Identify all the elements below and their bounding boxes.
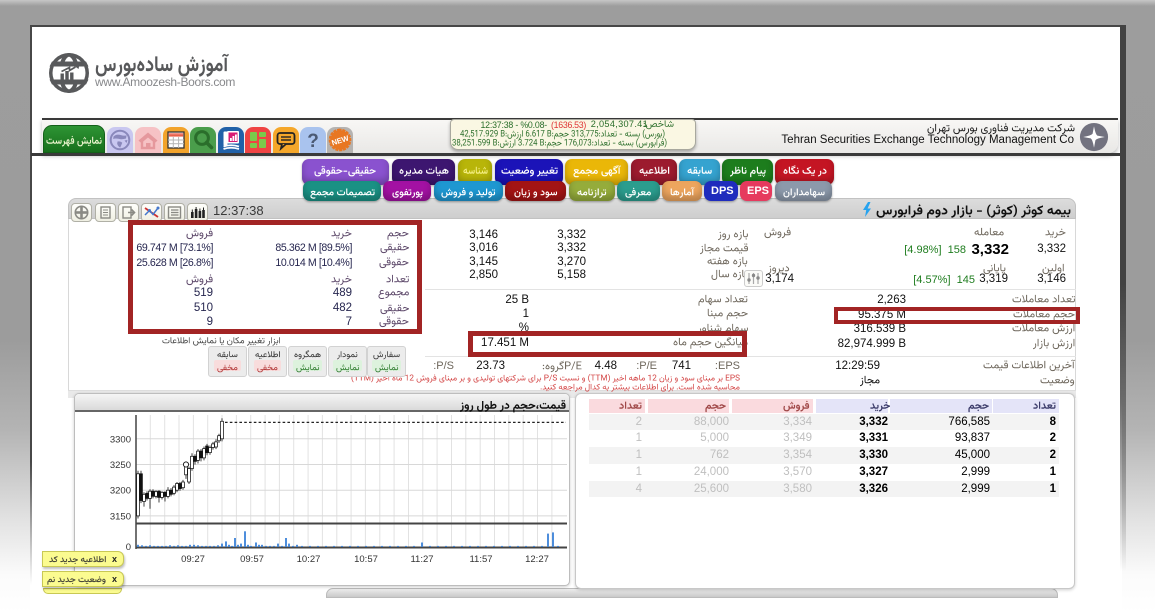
svg-text:10:57: 10:57	[354, 554, 378, 565]
svg-text:09:57: 09:57	[240, 554, 264, 565]
svg-text:3200: 3200	[110, 486, 131, 497]
svg-text:11:57: 11:57	[469, 554, 492, 565]
svg-text:3150: 3150	[110, 511, 131, 522]
svg-text:12:27: 12:27	[525, 554, 549, 565]
svg-text:?: ?	[307, 131, 319, 152]
svg-text:11:27: 11:27	[410, 554, 433, 565]
svg-text:3250: 3250	[110, 460, 131, 471]
svg-text:10:27: 10:27	[297, 554, 321, 565]
svg-text:3300: 3300	[110, 434, 131, 445]
svg-text:09:27: 09:27	[181, 554, 205, 565]
svg-text:0: 0	[126, 542, 131, 553]
